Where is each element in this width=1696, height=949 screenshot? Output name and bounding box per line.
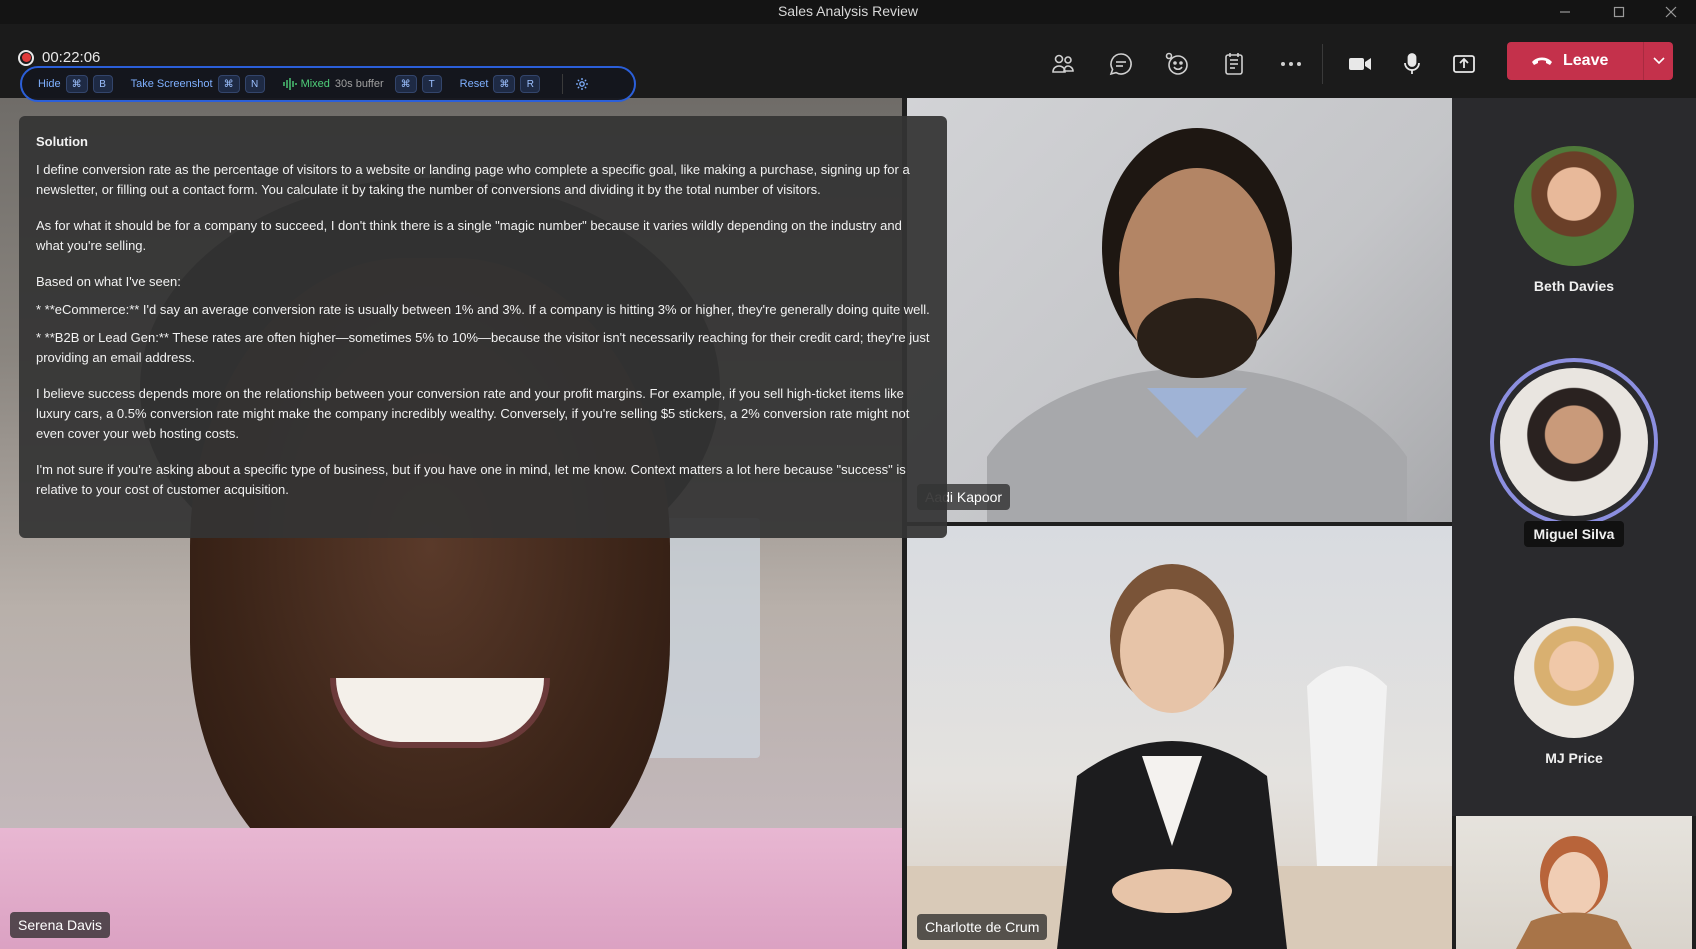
reset-label: Reset [459,78,489,90]
shortcut-key: T [421,75,442,93]
recording-indicator: 00:22:06 [18,49,100,66]
shortcut-key: B [92,75,113,93]
minimize-icon[interactable] [1550,2,1580,22]
settings-gear-icon[interactable] [575,77,589,91]
solution-heading: Solution [36,134,88,149]
solution-paragraph: Based on what I've seen: [36,274,181,289]
solution-paragraph: I'm not sure if you're asking about a sp… [36,462,906,497]
avatar[interactable] [1514,146,1634,266]
solution-panel: Solution I define conversion rate as the… [19,116,947,538]
phone-hangup-icon [1532,57,1552,65]
buffer-label: 30s buffer [334,78,384,90]
hide-label: Hide [38,78,61,90]
title-bar: Sales Analysis Review [0,0,1696,24]
camera-icon[interactable] [1338,42,1382,86]
avatar[interactable] [1500,368,1648,516]
leave-label: Leave [1563,52,1609,69]
assistant-control-bar: Hide ⌘ B Take Screenshot ⌘ N Mixed 30s b… [20,66,636,102]
close-icon[interactable] [1656,2,1686,22]
roster-name: MJ Price [1545,750,1603,766]
leave-main[interactable]: Leave [1507,42,1643,80]
hide-button[interactable]: Hide ⌘ B [38,75,113,93]
video-tile-aadi: Aadi Kapoor [907,98,1452,522]
video-tile-small [1456,816,1692,949]
solution-paragraph: I believe success depends more on the re… [36,386,910,441]
shortcut-key: ⌘ [493,75,516,93]
record-icon [18,49,34,66]
waveform-icon [282,78,297,90]
shortcut-key: ⌘ [65,75,88,93]
solution-paragraph: As for what it should be for a company t… [36,218,902,253]
audio-mode-button[interactable]: Mixed 30s buffer ⌘ T [282,75,442,93]
screenshot-label: Take Screenshot [130,78,213,90]
reset-button[interactable]: Reset ⌘ R [460,75,541,93]
more-icon[interactable] [1269,42,1313,86]
reactions-icon[interactable] [1155,42,1199,86]
leave-button[interactable]: Leave [1507,42,1673,80]
roster-name: Miguel Silva [1523,521,1625,547]
shortcut-key: R [520,75,541,93]
participant-name-tag: Charlotte de Crum [917,914,1048,940]
mic-icon[interactable] [1390,42,1434,86]
video-tile-charlotte: Charlotte de Crum [907,526,1452,949]
participant-name-tag: Serena Davis [10,912,111,938]
chevron-down-icon[interactable] [1644,57,1673,65]
people-icon[interactable] [1041,42,1085,86]
shortcut-key: ⌘ [217,75,240,93]
shortcut-key: N [244,75,265,93]
take-screenshot-button[interactable]: Take Screenshot ⌘ N [131,75,265,93]
share-icon[interactable] [1442,42,1486,86]
roster-name: Beth Davies [1533,278,1615,294]
participant-roster: Beth Davies Miguel Silva MJ Price [1452,98,1696,816]
recording-time: 00:22:06 [42,49,101,66]
maximize-icon[interactable] [1604,2,1634,22]
window-title: Sales Analysis Review [777,3,919,19]
avatar[interactable] [1514,618,1634,738]
solution-paragraph: I define conversion rate as the percenta… [36,162,910,197]
toolbar-divider [1322,44,1323,84]
solution-paragraph: * **B2B or Lead Gen:** These rates are o… [36,330,930,365]
chat-icon[interactable] [1099,42,1143,86]
shortcut-key: ⌘ [394,75,417,93]
mixed-label: Mixed [300,78,330,90]
notes-icon[interactable] [1212,42,1256,86]
solution-paragraph: * **eCommerce:** I'd say an average conv… [36,302,930,317]
